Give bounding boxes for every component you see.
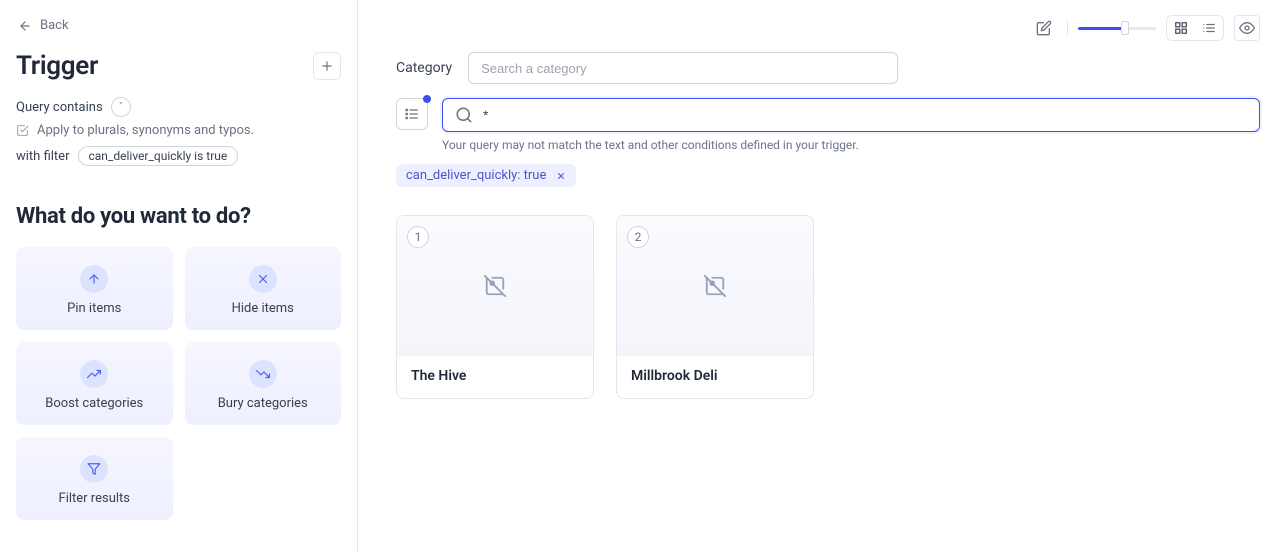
grid-icon	[1174, 21, 1188, 35]
hide-items-action[interactable]: Hide items	[185, 247, 342, 330]
trending-down-icon	[249, 360, 277, 388]
back-button[interactable]: Back	[16, 14, 71, 51]
no-image-icon	[704, 275, 726, 297]
indicator-dot	[423, 95, 431, 103]
rank-badge: 2	[627, 226, 649, 248]
list-bullet-icon	[404, 106, 420, 122]
actions-grid: Pin items Hide items Boost categories Bu…	[16, 247, 341, 520]
with-filter-label: with filter	[16, 149, 70, 164]
list-view-button[interactable]	[1195, 16, 1223, 40]
boost-categories-action[interactable]: Boost categories	[16, 342, 173, 425]
sidebar: Back Trigger Query contains " Apply to p…	[0, 0, 358, 553]
view-toggle	[1166, 15, 1224, 41]
filter-results-action[interactable]: Filter results	[16, 437, 173, 520]
apply-options-text: Apply to plurals, synonyms and typos.	[37, 123, 254, 138]
result-title: Millbrook Deli	[617, 356, 813, 398]
conditions-list-button[interactable]	[396, 98, 428, 130]
preview-button[interactable]	[1234, 15, 1260, 41]
edit-button[interactable]	[1031, 15, 1057, 41]
funnel-icon	[80, 455, 108, 483]
list-icon	[1202, 21, 1216, 35]
boost-categories-label: Boost categories	[45, 396, 143, 411]
hide-items-label: Hide items	[232, 301, 294, 316]
pin-items-action[interactable]: Pin items	[16, 247, 173, 330]
query-value-chip[interactable]: "	[111, 97, 131, 117]
pin-icon	[80, 265, 108, 293]
active-filter-text: can_deliver_quickly: true	[406, 168, 546, 183]
zoom-slider[interactable]	[1078, 15, 1156, 41]
filter-condition: with filter can_deliver_quickly is true	[16, 146, 341, 166]
active-filters: can_deliver_quickly: true	[396, 164, 1260, 187]
hide-icon	[249, 265, 277, 293]
search-input[interactable]	[483, 107, 1247, 123]
active-filter-pill[interactable]: can_deliver_quickly: true	[396, 164, 576, 187]
results-grid: 1 The Hive 2 Millbrook Deli	[396, 215, 1260, 399]
apply-options: Apply to plurals, synonyms and typos.	[16, 123, 341, 138]
edit-icon	[1036, 20, 1052, 36]
result-card[interactable]: 1 The Hive	[396, 215, 594, 399]
eye-icon	[1239, 20, 1255, 36]
filter-results-label: Filter results	[59, 491, 130, 506]
no-image-icon	[484, 275, 506, 297]
category-label: Category	[396, 60, 452, 76]
back-label: Back	[40, 18, 69, 33]
page-title: Trigger	[16, 51, 98, 81]
category-row: Category	[396, 52, 1260, 84]
result-thumbnail: 1	[397, 216, 593, 356]
actions-section-title: What do you want to do?	[16, 204, 341, 229]
trigger-header: Trigger	[16, 51, 341, 81]
plus-icon	[320, 59, 334, 73]
query-condition: Query contains "	[16, 97, 341, 117]
result-thumbnail: 2	[617, 216, 813, 356]
trending-up-icon	[80, 360, 108, 388]
top-toolbar	[396, 14, 1260, 42]
remove-filter-button[interactable]	[554, 169, 568, 183]
search-icon	[455, 106, 473, 124]
checkmark-icon	[16, 124, 29, 137]
query-contains-label: Query contains	[16, 100, 103, 115]
search-hint: Your query may not match the text and ot…	[442, 138, 1260, 152]
search-row	[396, 98, 1260, 132]
add-trigger-button[interactable]	[313, 52, 341, 80]
main-panel: Category Your query may not match the te…	[358, 0, 1280, 553]
bury-categories-action[interactable]: Bury categories	[185, 342, 342, 425]
category-search-input[interactable]	[468, 52, 898, 84]
close-icon	[556, 171, 566, 181]
result-card[interactable]: 2 Millbrook Deli	[616, 215, 814, 399]
filter-chip[interactable]: can_deliver_quickly is true	[78, 146, 239, 166]
bury-categories-label: Bury categories	[218, 396, 308, 411]
grid-view-button[interactable]	[1167, 16, 1195, 40]
toolbar-divider	[1067, 20, 1068, 36]
arrow-left-icon	[18, 19, 32, 33]
pin-items-label: Pin items	[67, 301, 121, 316]
rank-badge: 1	[407, 226, 429, 248]
search-box[interactable]	[442, 98, 1260, 132]
result-title: The Hive	[397, 356, 593, 398]
